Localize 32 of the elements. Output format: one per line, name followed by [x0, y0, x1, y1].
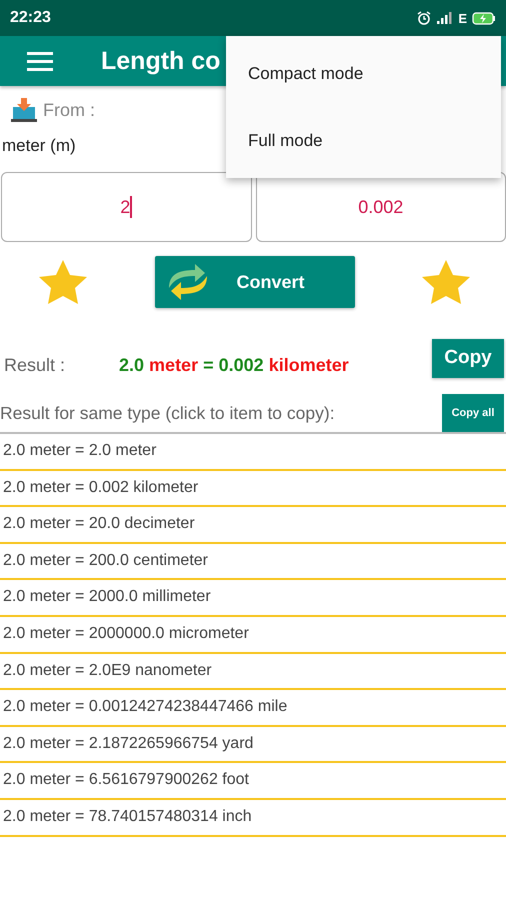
- copy-button[interactable]: Copy: [432, 338, 504, 378]
- result-row[interactable]: 2.0 meter = 78.740157480314 inch: [0, 800, 506, 837]
- result-row[interactable]: 2.0 meter = 2000000.0 micrometer: [0, 616, 506, 654]
- battery-icon: [472, 12, 496, 24]
- menu-item[interactable]: Full mode: [226, 107, 501, 174]
- result-row[interactable]: 2.0 meter = 2.0E9 nanometer: [0, 654, 506, 690]
- app-title: Length co: [101, 46, 220, 76]
- network-type: E: [458, 10, 467, 26]
- star-icon[interactable]: [421, 259, 471, 305]
- result-row[interactable]: 2.0 meter = 0.002 kilometer: [0, 470, 506, 508]
- to-value-field[interactable]: 0.002: [256, 172, 506, 242]
- same-type-label: Result for same type (click to item to copy):: [0, 402, 335, 424]
- from-label: From :: [43, 100, 95, 120]
- result-row[interactable]: 2.0 meter = 20.0 decimeter: [0, 507, 506, 544]
- menu-icon[interactable]: [27, 51, 53, 71]
- download-icon: [11, 98, 37, 122]
- result-row[interactable]: 2.0 meter = 0.00124274238447466 mile: [0, 690, 506, 727]
- menu-item[interactable]: Compact mode: [226, 40, 501, 107]
- clock-time: 22:23: [10, 9, 51, 27]
- result-row[interactable]: 2.0 meter = 2.0 meter: [0, 434, 506, 471]
- from-value-field[interactable]: 2: [1, 172, 252, 242]
- result-row[interactable]: 2.0 meter = 6.5616797900262 foot: [0, 763, 506, 800]
- convert-button[interactable]: Convert: [154, 256, 354, 308]
- result-row[interactable]: 2.0 meter = 200.0 centimeter: [0, 544, 506, 580]
- signal-icon: [437, 12, 454, 24]
- star-icon[interactable]: [38, 259, 88, 305]
- result-text: 2.0 meter = 0.002 kilometer: [119, 354, 349, 376]
- result-row[interactable]: 2.0 meter = 2000.0 millimeter: [0, 580, 506, 617]
- result-row[interactable]: 2.0 meter = 2.1872265966754 yard: [0, 726, 506, 764]
- copy-all-button[interactable]: Copy all: [442, 394, 504, 432]
- result-label: Result :: [4, 354, 66, 376]
- alarm-icon: [416, 10, 432, 26]
